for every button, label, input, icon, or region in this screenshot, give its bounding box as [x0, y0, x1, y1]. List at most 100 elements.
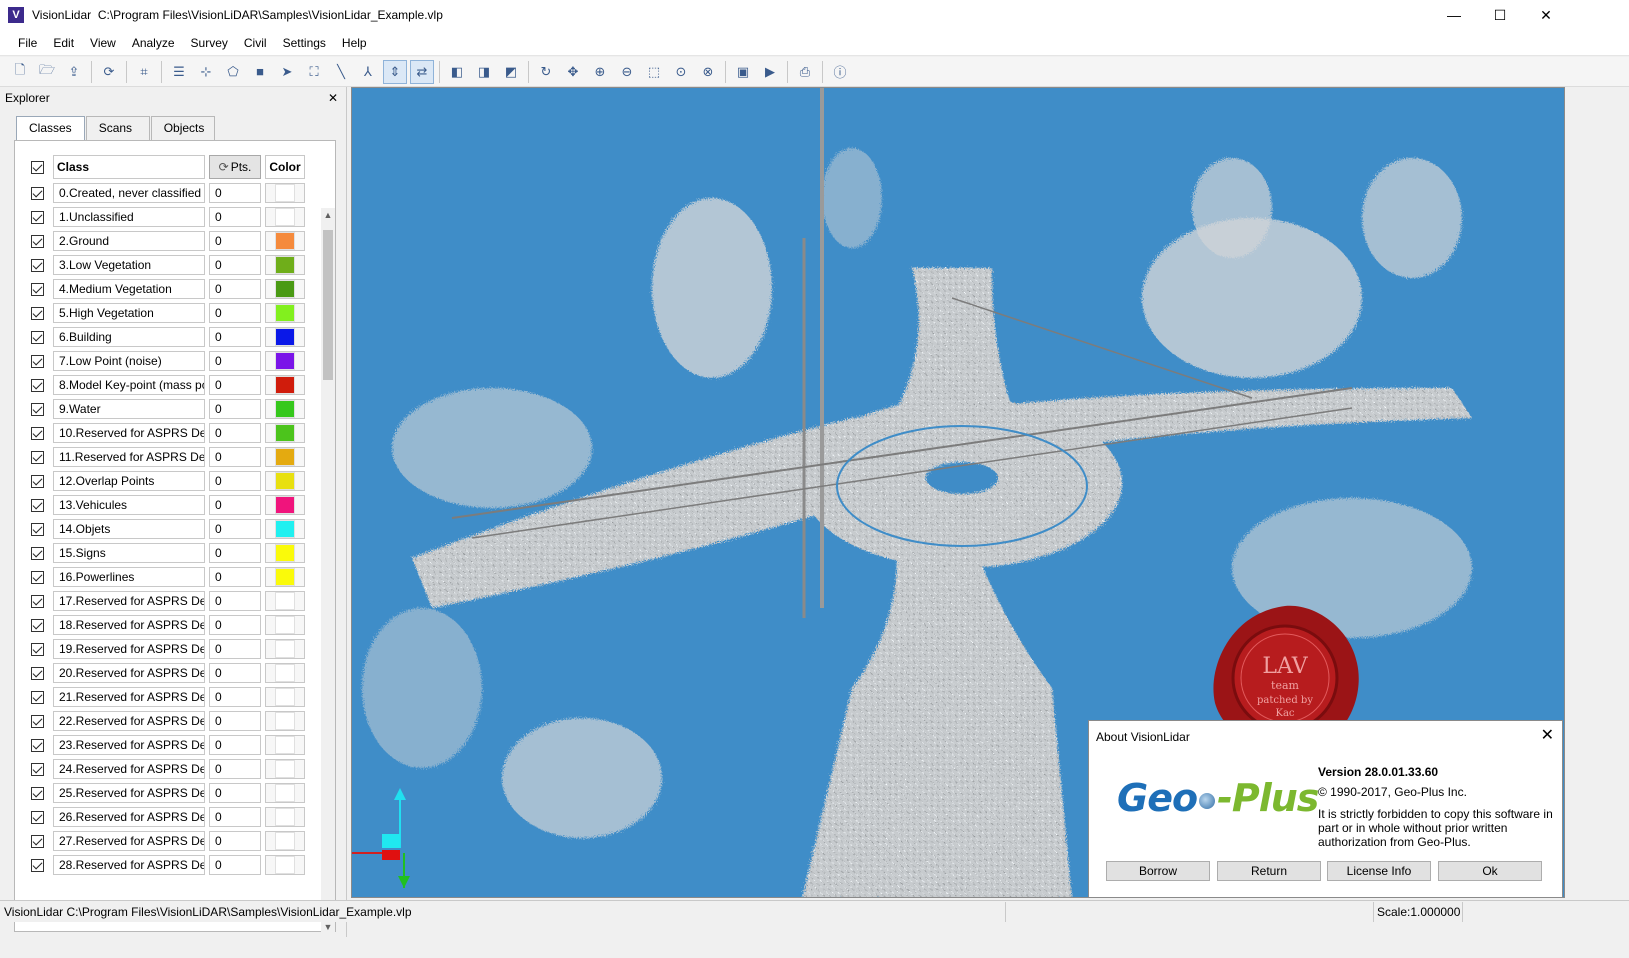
class-color-cell[interactable] [265, 351, 305, 371]
class-visible-checkbox[interactable] [31, 858, 44, 872]
borrow-button[interactable]: Borrow [1106, 861, 1210, 881]
tab-classes[interactable]: Classes [16, 116, 85, 141]
class-color-cell[interactable] [265, 831, 305, 851]
class-visible-checkbox[interactable] [31, 714, 44, 728]
class-visible-checkbox[interactable] [31, 330, 44, 344]
screenshot-icon[interactable]: ⎙ [793, 60, 817, 84]
class-color-cell[interactable] [265, 687, 305, 707]
class-name-cell[interactable]: 17.Reserved for ASPRS Defir [53, 591, 205, 611]
menu-edit[interactable]: Edit [45, 30, 82, 56]
menu-view[interactable]: View [82, 30, 124, 56]
class-visible-checkbox[interactable] [31, 810, 44, 824]
class-color-cell[interactable] [265, 255, 305, 275]
class-visible-checkbox[interactable] [31, 618, 44, 632]
class-color-cell[interactable] [265, 447, 305, 467]
class-name-cell[interactable]: 23.Reserved for ASPRS Defir [53, 735, 205, 755]
class-name-cell[interactable]: 12.Overlap Points [53, 471, 205, 491]
tab-objects[interactable]: Objects [150, 116, 215, 140]
scroll-down-icon[interactable]: ▼ [321, 920, 335, 934]
class-color-cell[interactable] [265, 783, 305, 803]
class-color-cell[interactable] [265, 711, 305, 731]
class-name-cell[interactable]: 5.High Vegetation [53, 303, 205, 323]
class-name-cell[interactable]: 3.Low Vegetation [53, 255, 205, 275]
class-color-cell[interactable] [265, 735, 305, 755]
class-visible-checkbox[interactable] [31, 378, 44, 392]
class-color-cell[interactable] [265, 183, 305, 203]
line-icon[interactable]: ╲ [329, 60, 353, 84]
class-color-cell[interactable] [265, 591, 305, 611]
class-color-cell[interactable] [265, 759, 305, 779]
column-header-pts[interactable]: ⟳ Pts. [209, 155, 261, 179]
class-visible-checkbox[interactable] [31, 450, 44, 464]
column-header-class[interactable]: Class [53, 155, 205, 179]
zoom-out-icon[interactable]: ⊖ [615, 60, 639, 84]
menu-file[interactable]: File [10, 30, 45, 56]
class-name-cell[interactable]: 24.Reserved for ASPRS Defir [53, 759, 205, 779]
info-icon[interactable]: ⓘ [828, 60, 852, 84]
class-name-cell[interactable]: 27.Reserved for ASPRS Defir [53, 831, 205, 851]
class-color-cell[interactable] [265, 471, 305, 491]
measure-icon[interactable]: ⌗ [132, 60, 156, 84]
class-visible-checkbox[interactable] [31, 186, 44, 200]
cursor-icon[interactable]: ➤ [275, 60, 299, 84]
view-side-icon[interactable]: ◨ [472, 60, 496, 84]
select-all-checkbox[interactable] [31, 160, 44, 174]
class-visible-checkbox[interactable] [31, 474, 44, 488]
class-name-cell[interactable]: 4.Medium Vegetation [53, 279, 205, 299]
zoom-window-icon[interactable]: ⊗ [696, 60, 720, 84]
class-name-cell[interactable]: 6.Building [53, 327, 205, 347]
new-file-icon[interactable]: 🗋 [8, 60, 32, 84]
class-visible-checkbox[interactable] [31, 282, 44, 296]
class-visible-checkbox[interactable] [31, 258, 44, 272]
axis-icon[interactable]: ⅄ [356, 60, 380, 84]
menu-help[interactable]: Help [334, 30, 375, 56]
export-icon[interactable]: ⇪ [62, 60, 86, 84]
explorer-close-icon[interactable]: ✕ [328, 91, 338, 105]
class-visible-checkbox[interactable] [31, 762, 44, 776]
view-top-icon[interactable]: ◩ [499, 60, 523, 84]
move-icon[interactable]: ✥ [561, 60, 585, 84]
polygon-icon[interactable]: ⬠ [221, 60, 245, 84]
class-visible-checkbox[interactable] [31, 234, 44, 248]
class-color-cell[interactable] [265, 279, 305, 299]
class-visible-checkbox[interactable] [31, 306, 44, 320]
class-color-cell[interactable] [265, 855, 305, 875]
scroll-up-icon[interactable]: ▲ [321, 208, 335, 222]
menu-survey[interactable]: Survey [183, 30, 236, 56]
class-color-cell[interactable] [265, 303, 305, 323]
menu-analyze[interactable]: Analyze [124, 30, 183, 56]
class-name-cell[interactable]: 19.Reserved for ASPRS Defir [53, 639, 205, 659]
class-visible-checkbox[interactable] [31, 522, 44, 536]
class-color-cell[interactable] [265, 567, 305, 587]
view-front-icon[interactable]: ◧ [445, 60, 469, 84]
class-visible-checkbox[interactable] [31, 738, 44, 752]
class-name-cell[interactable]: 11.Reserved for ASPRS Defir [53, 447, 205, 467]
class-color-cell[interactable] [265, 327, 305, 347]
class-name-cell[interactable]: 8.Model Key-point (mass pc [53, 375, 205, 395]
class-visible-checkbox[interactable] [31, 546, 44, 560]
class-color-cell[interactable] [265, 807, 305, 827]
class-color-cell[interactable] [265, 543, 305, 563]
class-color-cell[interactable] [265, 399, 305, 419]
select-point-icon[interactable]: ⊹ [194, 60, 218, 84]
about-close-icon[interactable]: ✕ [1541, 725, 1554, 745]
grid-scrollbar[interactable]: ▲ ▼ [321, 208, 335, 934]
square-icon[interactable]: ■ [248, 60, 272, 84]
class-visible-checkbox[interactable] [31, 666, 44, 680]
orbit-icon[interactable]: ⇕ [383, 59, 407, 84]
class-name-cell[interactable]: 10.Reserved for ASPRS Defir [53, 423, 205, 443]
maximize-button[interactable]: ☐ [1477, 0, 1523, 30]
class-visible-checkbox[interactable] [31, 642, 44, 656]
scroll-thumb[interactable] [323, 230, 333, 380]
class-name-cell[interactable]: 20.Reserved for ASPRS Defir [53, 663, 205, 683]
class-color-cell[interactable] [265, 615, 305, 635]
class-color-cell[interactable] [265, 495, 305, 515]
class-visible-checkbox[interactable] [31, 210, 44, 224]
tab-scans[interactable]: Scans [85, 116, 150, 140]
camera-icon[interactable]: ▣ [731, 60, 755, 84]
class-name-cell[interactable]: 28.Reserved for ASPRS Defir [53, 855, 205, 875]
class-name-cell[interactable]: 26.Reserved for ASPRS Defir [53, 807, 205, 827]
minimize-button[interactable]: — [1431, 0, 1477, 30]
class-visible-checkbox[interactable] [31, 690, 44, 704]
class-name-cell[interactable]: 1.Unclassified [53, 207, 205, 227]
